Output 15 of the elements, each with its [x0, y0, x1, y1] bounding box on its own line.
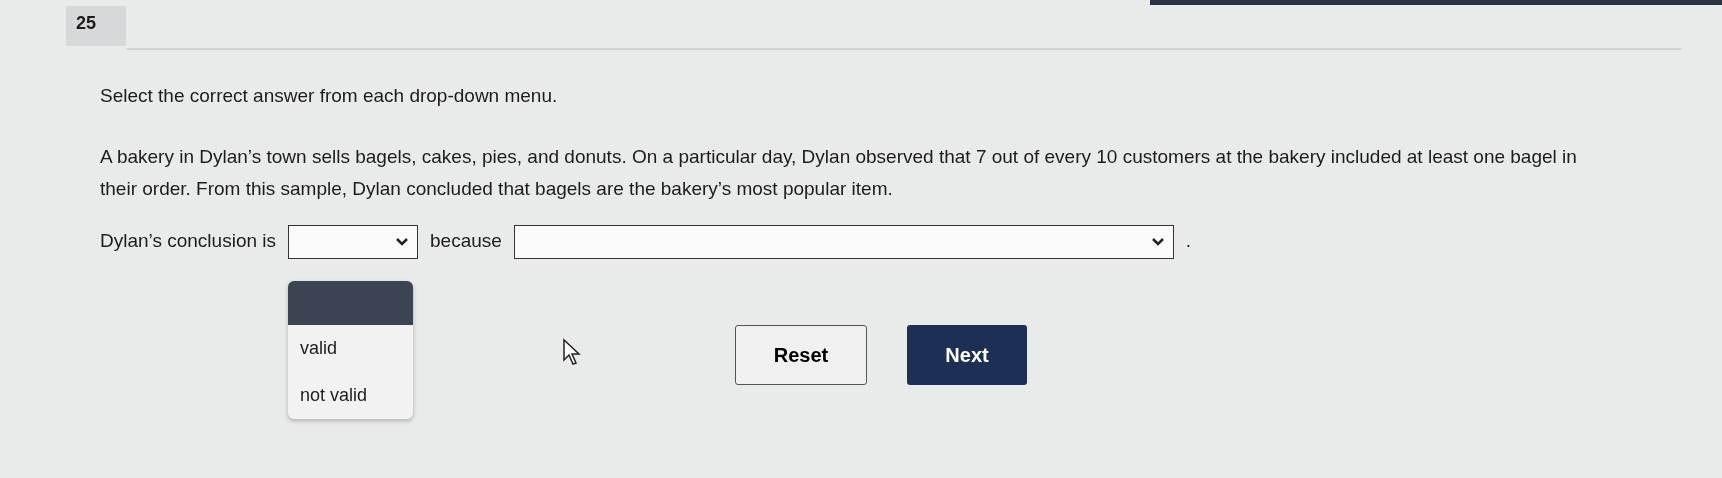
- chevron-icon: [395, 236, 409, 247]
- chevron-icon: [1150, 236, 1165, 247]
- question-paragraph: A bakery in Dylan’s town sells bagels, cakes, pies, and donuts. On a particular day, Dylan observed that 7 out of every 10 customers at the bakery included at least one bagel in their order. From this sample, Dylan concluded that bagels are the bakery’s most popular item.: [100, 144, 1578, 201]
- dropdown-option[interactable]: not valid: [288, 371, 413, 419]
- sentence-text: Dylan’s conclusion is: [100, 229, 276, 254]
- dropdown[interactable]: [288, 224, 418, 259]
- cursor-icon: [562, 338, 582, 366]
- dropdown-option[interactable]: valid: [288, 324, 413, 372]
- sentence-text: because: [430, 229, 502, 254]
- reset-button[interactable]: Reset: [735, 325, 867, 385]
- next-button[interactable]: Next: [907, 325, 1027, 385]
- instruction-text: Select the correct answer from each drop-down menu.: [100, 84, 559, 108]
- dropdown[interactable]: [513, 224, 1174, 259]
- question-number: 25: [66, 6, 126, 46]
- sentence-text: .: [1185, 229, 1192, 254]
